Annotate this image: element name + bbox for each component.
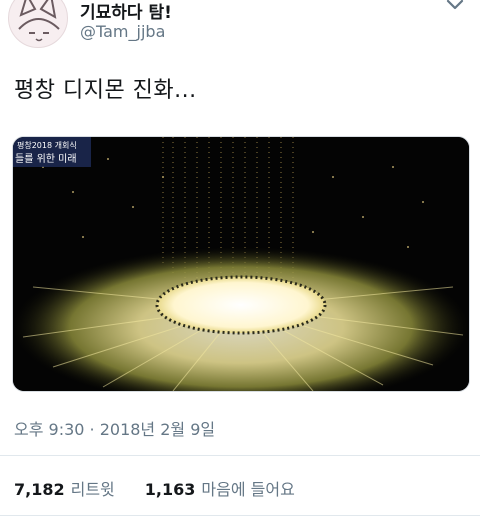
display-name[interactable]: 기묘하다 탐! xyxy=(80,0,172,23)
avatar[interactable] xyxy=(8,0,68,48)
likes-count: 1,163 xyxy=(144,480,196,499)
retweets-count: 7,182 xyxy=(14,480,65,499)
tweet-media-image[interactable]: 평창2018 개회식 들를 위한 미래 xyxy=(12,136,470,392)
likes-label: 마음에 들어요 xyxy=(201,480,295,499)
olympic-ceremony-photo: 평창2018 개회식 들를 위한 미래 xyxy=(13,137,469,391)
retweets-stat[interactable]: 7,182 리트윗 xyxy=(14,476,115,500)
tweet-stats: 7,182 리트윗 1,163 마음에 들어요 xyxy=(14,476,295,500)
cartoon-cat-avatar-icon xyxy=(18,0,60,42)
retweets-label: 리트윗 xyxy=(70,480,115,499)
user-handle[interactable]: @Tam_jjba xyxy=(80,22,165,41)
broadcast-caption-top: 평창2018 개회식 xyxy=(17,140,77,150)
likes-stat[interactable]: 1,163 마음에 들어요 xyxy=(145,476,295,500)
divider xyxy=(0,515,480,516)
tweet-timestamp[interactable]: 오후 9:30 · 2018년 2월 9일 xyxy=(14,416,215,440)
divider xyxy=(0,455,480,456)
chevron-down-icon[interactable] xyxy=(444,0,466,16)
tweet-text: 평창 디지몬 진화... xyxy=(14,78,197,103)
broadcast-caption-bottom: 들를 위한 미래 xyxy=(15,152,77,165)
